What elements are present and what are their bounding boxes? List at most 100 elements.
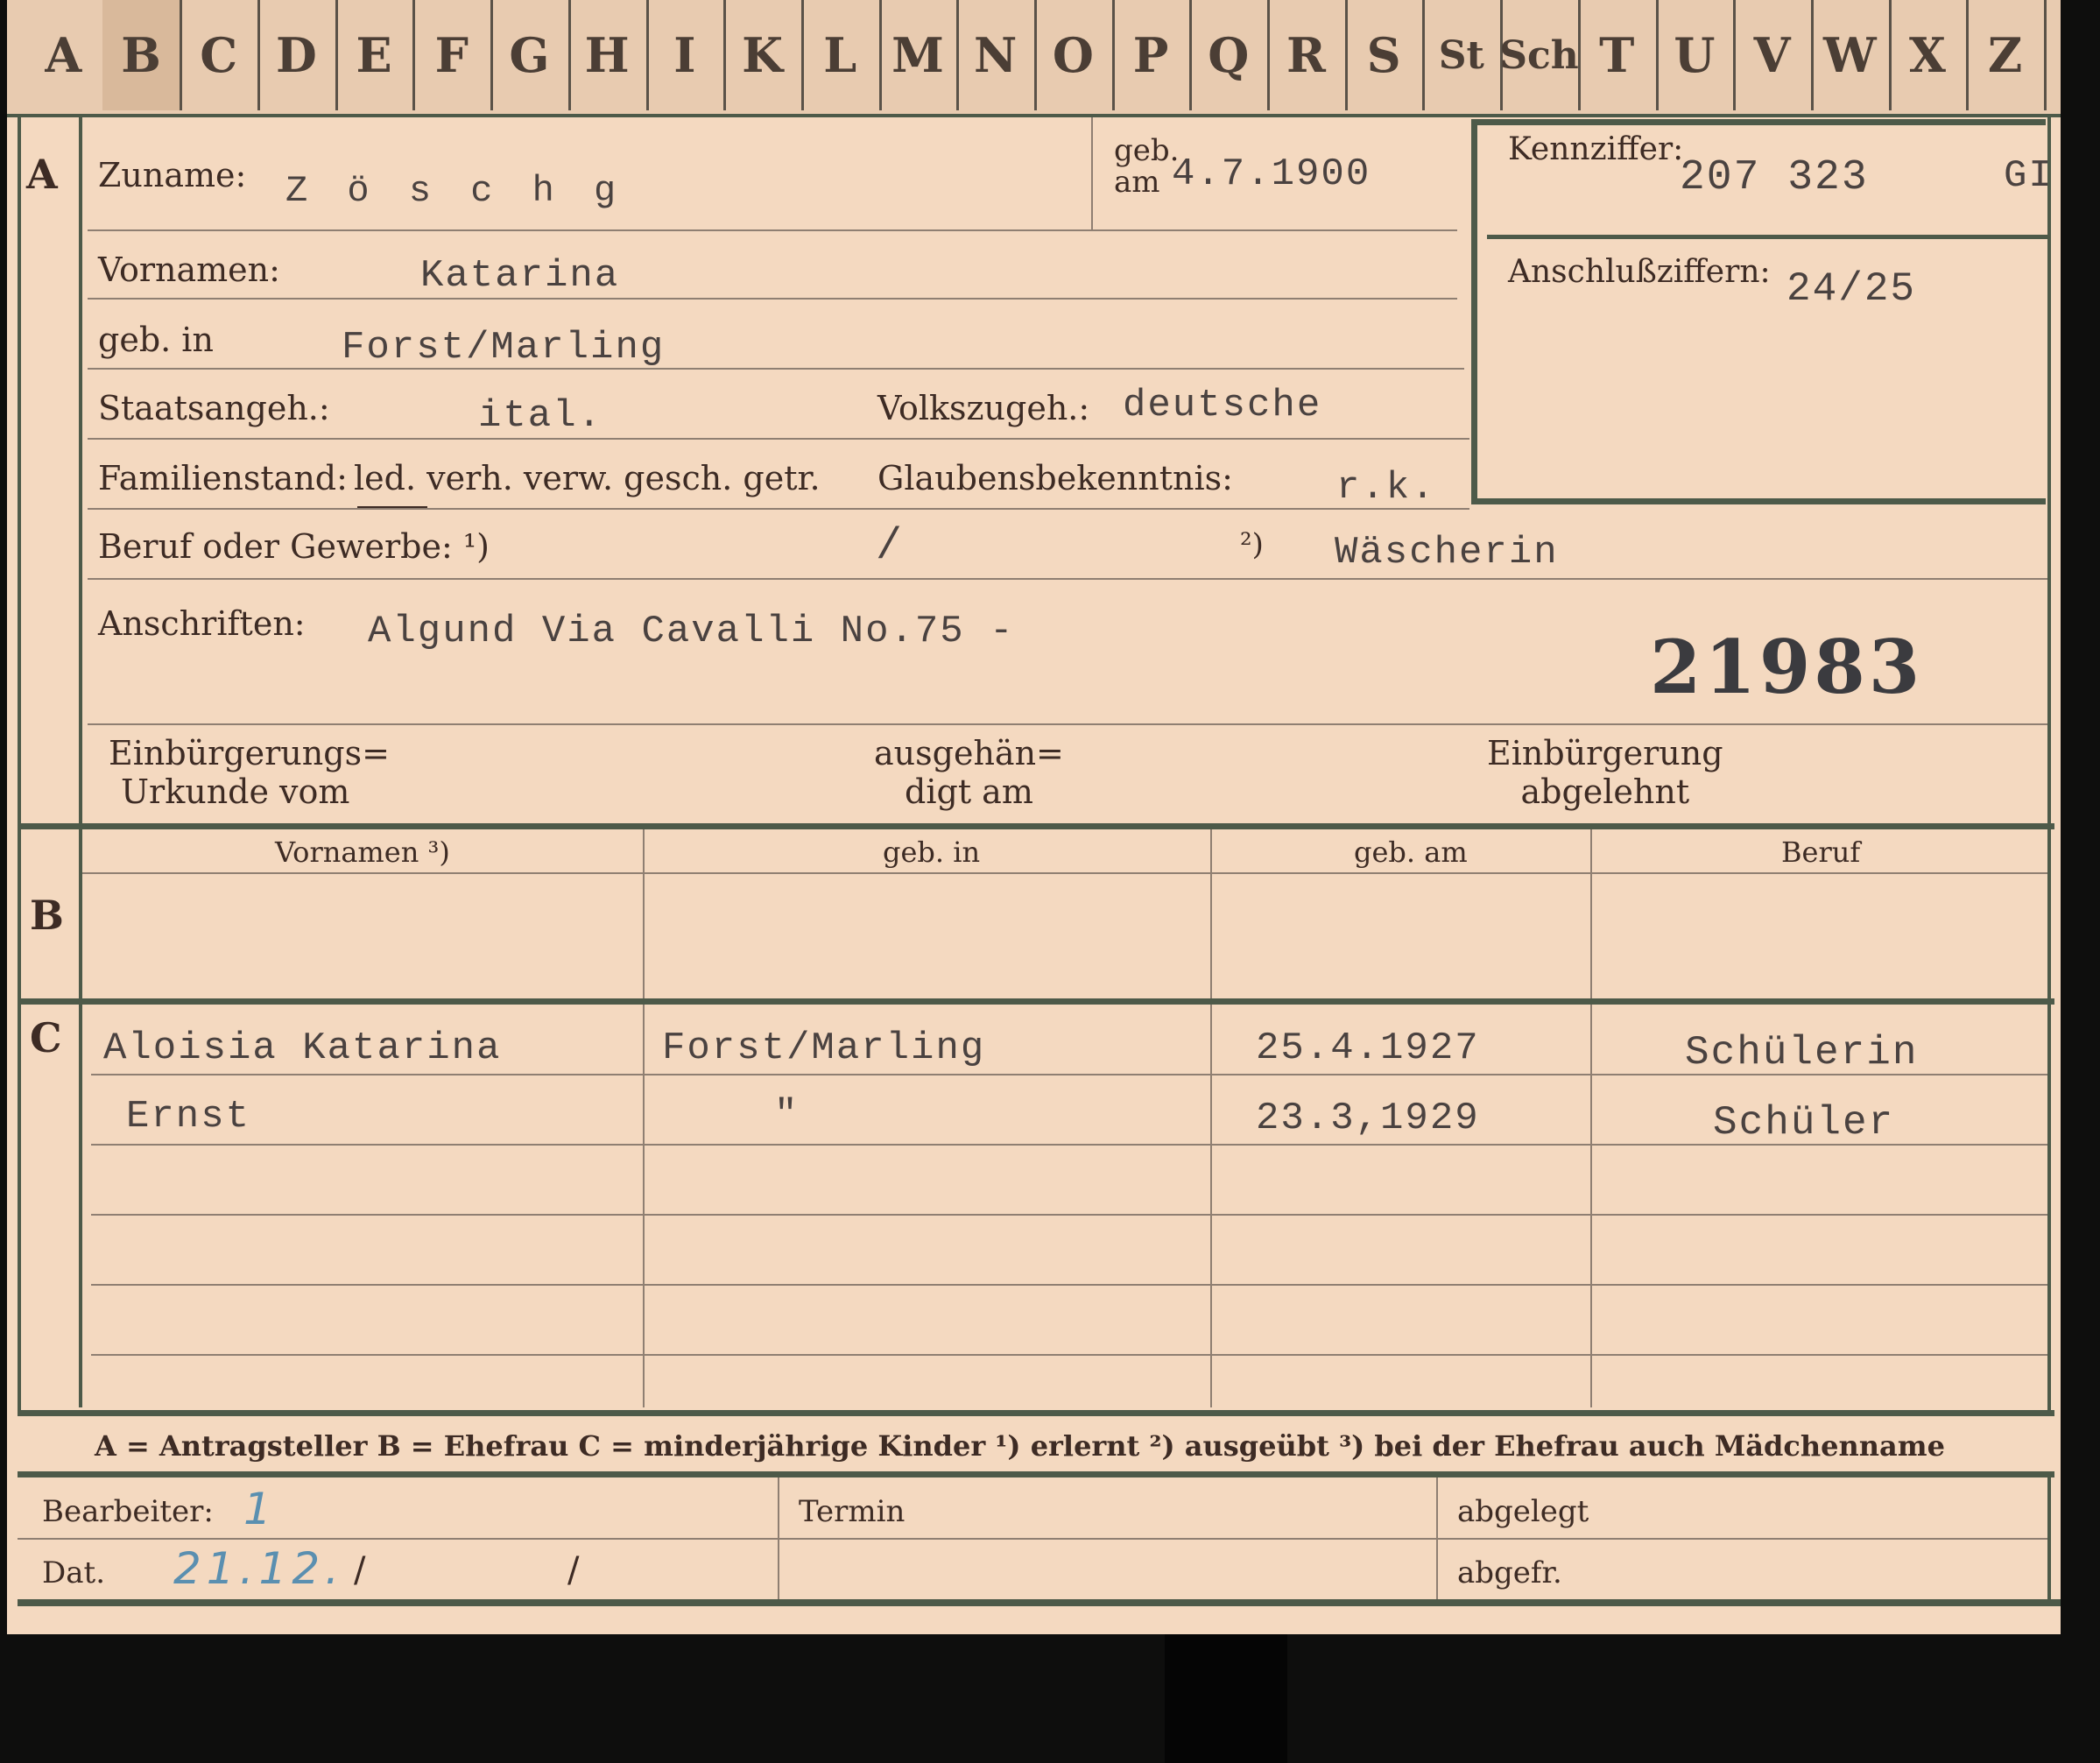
child-1-name: Aloisia Katarina — [103, 1026, 502, 1070]
rule-2 — [88, 298, 1457, 300]
dat-slash-2: / — [567, 1550, 580, 1590]
kennziffer-divider — [1487, 235, 2047, 239]
bearbeiter-value: 1 — [243, 1484, 271, 1534]
vornamen-label: Vornamen: — [98, 250, 280, 289]
col-header-beruf: Beruf — [1781, 836, 1861, 869]
einb-abgelehnt-line2: abgelehnt — [1520, 772, 1690, 811]
footer-right-border — [2047, 1477, 2051, 1600]
anschluss-value: 24/25 — [1786, 266, 1917, 312]
beruf-2-marker: ²) — [1240, 527, 1264, 562]
alphabet-tab-r: R — [1267, 0, 1348, 110]
kennziffer-label: Kennziffer: — [1508, 131, 1684, 167]
alphabet-tab-q: Q — [1189, 0, 1271, 110]
child-2-job: Schüler — [1713, 1100, 1895, 1146]
dat-value: 21.12. — [173, 1543, 345, 1594]
alphabet-tab-b: B — [102, 0, 183, 110]
child-2-place: " — [774, 1093, 800, 1137]
scan-shadow — [1165, 1634, 1287, 1763]
alphabet-tab-g: G — [490, 0, 571, 110]
alphabet-tab-f: F — [412, 0, 494, 110]
col-header-geb-am: geb. am — [1354, 836, 1468, 869]
dob-divider — [1091, 117, 1093, 229]
legend: A = Antragsteller B = Ehefrau C = minder… — [95, 1429, 1945, 1463]
einb-abgelehnt-label: Einbürgerung abgelehnt — [1487, 734, 1723, 811]
child-rule-4 — [91, 1284, 2047, 1286]
beruf-2-value: Wäscherin — [1335, 531, 1559, 575]
geb-in-value: Forst/Marling — [342, 326, 666, 370]
stamp-number: 21983 — [1650, 624, 1924, 710]
glauben-label: Glaubensbekenntnis: — [877, 459, 1233, 497]
child-rule-2 — [91, 1144, 2047, 1146]
alphabet-tab-c: C — [180, 0, 261, 110]
ausgehaendigt-line2: digt am — [905, 772, 1033, 811]
alphabet-tab-e: E — [335, 0, 416, 110]
scan-background — [0, 1634, 2100, 1763]
familienstand-label: Familienstand: — [98, 459, 348, 497]
volk-value: deutsche — [1123, 384, 1322, 427]
abgefr-label: abgefr. — [1457, 1555, 1562, 1590]
termin-label: Termin — [799, 1494, 906, 1529]
kennziffer-suffix: GI — [2004, 154, 2054, 198]
legend-top — [18, 1410, 2054, 1416]
familienstand-options: led. verh. verw. gesch. getr. — [354, 459, 821, 497]
staat-label: Staatsangeh.: — [98, 389, 330, 427]
dob-label: geb. am — [1114, 135, 1179, 198]
surname-value: Z ö s c h g — [285, 170, 625, 212]
ausgehaendigt-label: ausgehän= digt am — [874, 734, 1064, 811]
child-1-date: 25.4.1927 — [1256, 1026, 1480, 1070]
rule-1 — [88, 229, 1457, 231]
section-b-top — [18, 823, 2054, 829]
alphabet-tab-w: W — [1811, 0, 1892, 110]
child-rule-5 — [91, 1354, 2047, 1356]
child-2-date: 23.3,1929 — [1256, 1097, 1480, 1140]
beruf-1-value: / — [876, 522, 905, 572]
alphabet-tab-n: N — [956, 0, 1037, 110]
alphabet-tab-d: D — [257, 0, 338, 110]
vornamen-value: Katarina — [420, 254, 620, 298]
einb-abgelehnt-line1: Einbürgerung — [1487, 734, 1723, 772]
alphabet-tab-o: O — [1034, 0, 1115, 110]
kennziffer-value: 207 323 — [1680, 154, 1869, 201]
staat-value: ital. — [478, 394, 603, 438]
alphabet-tab-s: S — [1345, 0, 1426, 110]
alphabet-tab-l: L — [801, 0, 882, 110]
col-divider-3 — [1590, 829, 1592, 1407]
anschriften-value: Algund Via Cavalli No.75 - — [368, 610, 1015, 653]
surname-label: Zuname: — [98, 156, 247, 194]
geb-in-label: geb. in — [98, 321, 214, 359]
alphabet-tab-h: H — [568, 0, 649, 110]
alphabet-tab-u: U — [1656, 0, 1737, 110]
bearbeiter-label: Bearbeiter: — [42, 1494, 214, 1529]
right-border — [2047, 114, 2051, 1410]
dat-slash-1: / — [354, 1550, 366, 1590]
alphabet-tab-v: V — [1733, 0, 1814, 110]
left-border — [18, 114, 21, 1410]
child-rule-3 — [91, 1214, 2047, 1216]
col-header-geb-in: geb. in — [883, 836, 981, 869]
alphabet-tab-z: Z — [1966, 0, 2047, 110]
alphabet-tab-st: St — [1422, 0, 1504, 110]
rule-7 — [88, 723, 2047, 725]
col-header-vornamen: Vornamen ³) — [275, 836, 450, 869]
abgelegt-label: abgelegt — [1457, 1494, 1589, 1529]
legend-bottom — [18, 1471, 2054, 1477]
alphabet-tab-strip: A B C D E F G H I K L M N O P Q R S St Sch T U V W X Z — [7, 0, 2061, 117]
anschriften-label: Anschriften: — [98, 604, 306, 643]
rule-3 — [88, 368, 1464, 370]
rule-6 — [88, 578, 2047, 580]
section-b-marker: B — [30, 892, 64, 939]
alphabet-tab-t: T — [1578, 0, 1659, 110]
alphabet-tab-sch: Sch — [1499, 0, 1581, 110]
registration-card: A B C D E F G H I K L M N O P Q R S St Sch T U V W X Z A Kennziff… — [7, 0, 2061, 1634]
einb-urkunde-label: Einbürgerungs= Urkunde vom — [109, 734, 390, 811]
alphabet-tab-m: M — [879, 0, 960, 110]
anschluss-label: Anschlußziffern: — [1508, 254, 1771, 290]
ausgehaendigt-line1: ausgehän= — [874, 734, 1064, 772]
alphabet-tab-i: I — [646, 0, 727, 110]
einb-urkunde-line1: Einbürgerungs= — [109, 734, 390, 772]
rule-4 — [88, 438, 1469, 440]
col-divider-2 — [1210, 829, 1212, 1407]
section-a-divider — [79, 114, 82, 828]
einb-urkunde-line2: Urkunde vom — [121, 772, 350, 811]
dob-label-top: geb. — [1114, 133, 1180, 168]
